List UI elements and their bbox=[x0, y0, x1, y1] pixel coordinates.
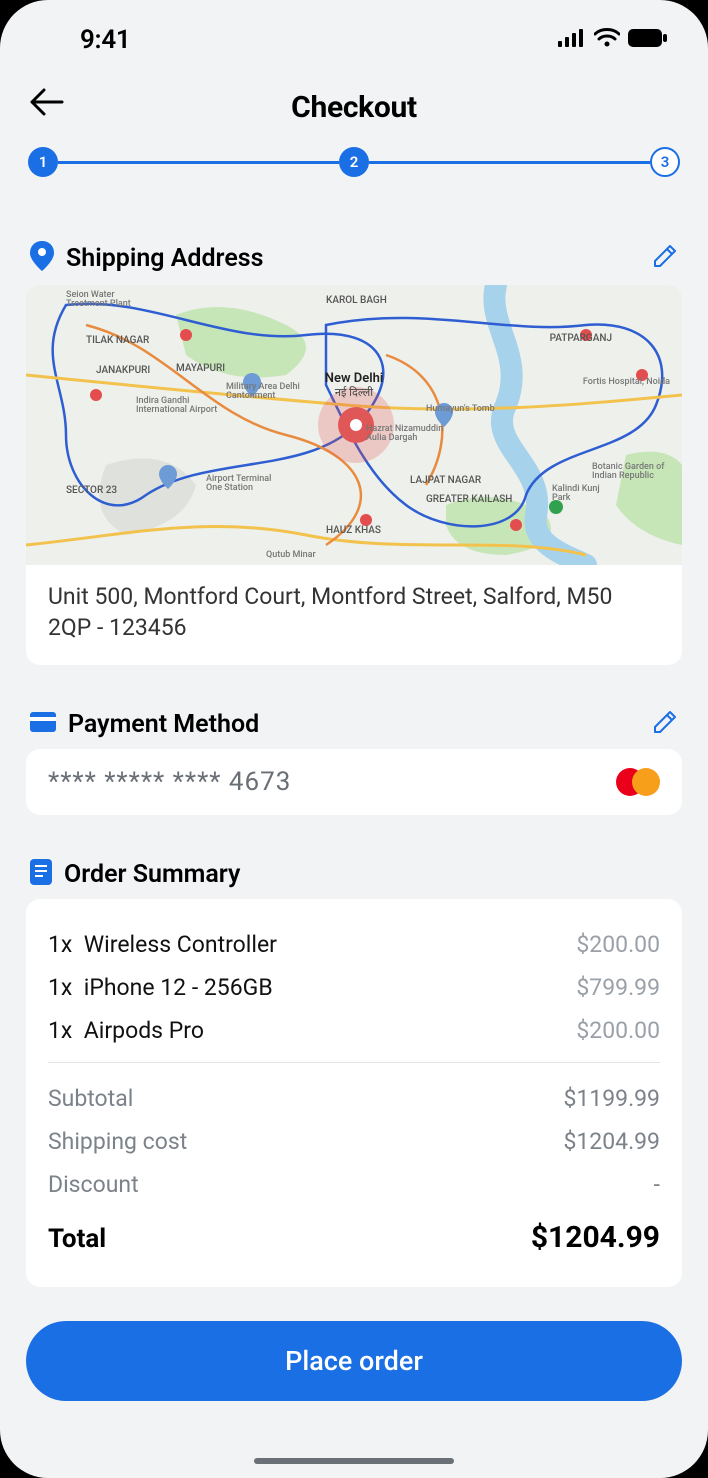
edit-shipping-button[interactable] bbox=[652, 243, 678, 273]
mastercard-icon bbox=[616, 768, 660, 796]
progress-stepper: 1 2 3 bbox=[0, 141, 708, 197]
map-label-greater: GREATER KAILASH bbox=[426, 495, 512, 505]
page-title: Checkout bbox=[291, 90, 417, 125]
home-indicator[interactable] bbox=[254, 1458, 454, 1464]
card-number: **** ***** **** 4673 bbox=[48, 767, 291, 797]
place-order-label: Place order bbox=[285, 1345, 423, 1377]
map-label-patparganj: PATPARGANJ bbox=[550, 333, 612, 344]
map-label-humayun: Humayun's Tomb bbox=[426, 405, 495, 414]
subtotal-label: Subtotal bbox=[48, 1085, 133, 1112]
step-line bbox=[369, 161, 650, 164]
order-item-price: $799.99 bbox=[576, 974, 660, 1001]
header: Checkout bbox=[0, 60, 708, 141]
map-label-terminal: Airport Terminal One Station bbox=[206, 475, 286, 493]
shipping-cost-value: $1204.99 bbox=[563, 1128, 660, 1155]
map[interactable]: New Delhi नई दिल्ली JANAKPURI MAYAPURI P… bbox=[26, 285, 682, 565]
map-center-label: New Delhi bbox=[325, 371, 384, 386]
map-label-hauz: HAUZ KHAS bbox=[326, 525, 381, 536]
back-button[interactable] bbox=[30, 88, 64, 120]
map-label-tilak: TILAK NAGAR bbox=[86, 335, 149, 346]
discount-label: Discount bbox=[48, 1171, 139, 1198]
location-pin-icon bbox=[30, 241, 54, 275]
discount-value: - bbox=[654, 1171, 660, 1198]
credit-card-icon bbox=[30, 712, 56, 736]
shipping-card: New Delhi नई दिल्ली JANAKPURI MAYAPURI P… bbox=[26, 285, 682, 665]
pencil-icon bbox=[652, 243, 678, 269]
summary-section-head: Order Summary bbox=[0, 845, 708, 899]
order-item-price: $200.00 bbox=[576, 1017, 660, 1044]
map-label-seion: Seion Water Treatment Plant bbox=[66, 291, 136, 309]
discount-row: Discount - bbox=[48, 1163, 660, 1206]
summary-card: 1x Wireless Controller $200.00 1x iPhone… bbox=[26, 899, 682, 1287]
map-label-mayapuri: MAYAPURI bbox=[176, 363, 225, 374]
payment-card[interactable]: **** ***** **** 4673 bbox=[26, 749, 682, 815]
map-label-military: Military Area Delhi Cantonment bbox=[226, 383, 306, 401]
map-label-nizam: Hazrat Nizamuddin Aulia Dargah bbox=[366, 425, 456, 443]
step-2[interactable]: 2 bbox=[339, 147, 369, 177]
total-value: $1204.99 bbox=[531, 1220, 660, 1255]
edit-payment-button[interactable] bbox=[652, 709, 678, 739]
map-label-janakpuri: JANAKPURI bbox=[96, 365, 150, 376]
divider bbox=[48, 1062, 660, 1063]
order-item-price: $200.00 bbox=[576, 931, 660, 958]
order-item: 1x iPhone 12 - 256GB bbox=[48, 974, 273, 1001]
order-item: 1x Airpods Pro bbox=[48, 1017, 204, 1044]
shipping-section-head: Shipping Address bbox=[0, 227, 708, 285]
map-label-fortis: Fortis Hospital, Noida bbox=[583, 377, 670, 387]
map-label-botanic: Botanic Garden of Indian Republic bbox=[592, 463, 672, 481]
order-item-row: 1x iPhone 12 - 256GB $799.99 bbox=[48, 966, 660, 1009]
shipping-title: Shipping Address bbox=[66, 244, 640, 273]
summary-title: Order Summary bbox=[64, 860, 678, 889]
wifi-icon bbox=[594, 28, 620, 52]
total-row: Total $1204.99 bbox=[48, 1206, 660, 1263]
shipping-address-text: Unit 500, Montford Court, Montford Stree… bbox=[26, 565, 682, 665]
pencil-icon bbox=[652, 709, 678, 735]
map-label-kalindi: Kalindi Kunj Park bbox=[552, 485, 602, 503]
map-label-sector: SECTOR 23 bbox=[66, 485, 117, 496]
map-svg bbox=[26, 285, 682, 565]
payment-section-head: Payment Method bbox=[0, 695, 708, 749]
order-item-row: 1x Airpods Pro $200.00 bbox=[48, 1009, 660, 1052]
map-label-qutub: Qutub Minar bbox=[266, 550, 316, 560]
status-time: 9:41 bbox=[80, 25, 130, 55]
step-3[interactable]: 3 bbox=[650, 147, 680, 177]
payment-title: Payment Method bbox=[68, 710, 640, 739]
subtotal-row: Subtotal $1199.99 bbox=[48, 1077, 660, 1120]
order-item: 1x Wireless Controller bbox=[48, 931, 277, 958]
shipping-cost-row: Shipping cost $1204.99 bbox=[48, 1120, 660, 1163]
step-1[interactable]: 1 bbox=[28, 147, 58, 177]
map-label-karol: KAROL BAGH bbox=[326, 295, 387, 306]
arrow-left-icon bbox=[30, 88, 64, 116]
step-line bbox=[58, 161, 339, 164]
map-center-sub: नई दिल्ली bbox=[335, 385, 373, 400]
battery-icon bbox=[628, 29, 668, 51]
total-label: Total bbox=[48, 1224, 106, 1254]
status-bar: 9:41 bbox=[0, 0, 708, 60]
place-order-button[interactable]: Place order bbox=[26, 1321, 682, 1401]
map-label-lajpat: LAJPAT NAGAR bbox=[410, 475, 481, 486]
order-item-row: 1x Wireless Controller $200.00 bbox=[48, 923, 660, 966]
subtotal-value: $1199.99 bbox=[563, 1085, 660, 1112]
shipping-cost-label: Shipping cost bbox=[48, 1128, 187, 1155]
document-icon bbox=[30, 859, 52, 889]
map-label-airport: Indira Gandhi International Airport bbox=[136, 397, 226, 415]
cellular-icon bbox=[558, 29, 586, 51]
status-indicators bbox=[558, 28, 668, 52]
